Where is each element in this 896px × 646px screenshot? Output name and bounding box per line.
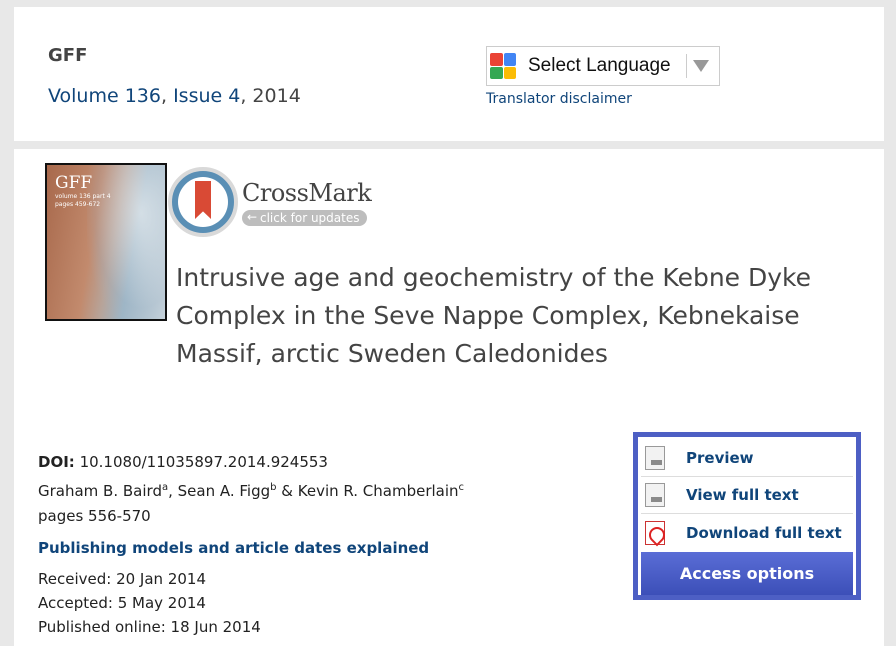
access-options-button[interactable]: Access options	[641, 552, 853, 595]
published-date: Published online: 18 Jun 2014	[38, 618, 261, 636]
volume-separator: ,	[160, 85, 174, 107]
crossmark-logo-icon	[168, 167, 238, 237]
issue-link[interactable]: Issue 4	[173, 85, 240, 107]
article-dates: Received: 20 Jan 2014 Accepted: 5 May 20…	[38, 567, 261, 639]
authors-line: Graham B. Bairda, Sean A. Figgb & Kevin …	[38, 475, 464, 504]
pages-line: pages 556-570	[38, 507, 151, 525]
google-translate-icon	[490, 53, 516, 79]
year-text: , 2014	[240, 85, 301, 107]
download-full-text-link[interactable]: Download full text	[641, 514, 853, 551]
publishing-models-link[interactable]: Publishing models and article dates expl…	[38, 539, 429, 557]
volume-issue-line: Volume 136, Issue 4, 2014	[48, 85, 301, 107]
crossmark-update-pill: click for updates	[242, 209, 368, 226]
preview-link[interactable]: Preview	[641, 440, 853, 477]
cover-title: GFF	[55, 173, 93, 193]
header-panel: GFF Volume 136, Issue 4, 2014 Select Lan…	[14, 7, 884, 141]
dropdown-arrow-icon	[693, 60, 709, 72]
affiliation-c[interactable]: c	[459, 482, 465, 493]
pdf-icon	[645, 520, 665, 545]
article-meta: DOI: 10.1080/11035897.2014.924553 Graham…	[38, 450, 464, 529]
crossmark-button[interactable]: CrossMark click for updates	[168, 167, 372, 237]
journal-name: GFF	[48, 45, 88, 66]
select-language-label: Select Language	[528, 55, 671, 76]
doi-value: 10.1080/11035897.2014.924553	[79, 453, 328, 471]
author-2[interactable]: , Sean A. Figg	[168, 482, 270, 500]
accepted-date: Accepted: 5 May 2014	[38, 594, 206, 612]
document-icon	[645, 446, 665, 470]
view-full-text-link[interactable]: View full text	[641, 477, 853, 514]
volume-link[interactable]: Volume 136	[48, 85, 161, 107]
article-title: Intrusive age and geochemistry of the Ke…	[176, 263, 811, 368]
received-date: Received: 20 Jan 2014	[38, 570, 206, 588]
access-panel: Preview View full text Download full tex…	[633, 432, 861, 600]
author-3[interactable]: & Kevin R. Chamberlain	[277, 482, 458, 500]
download-full-text-label: Download full text	[686, 523, 842, 542]
select-language-dropdown[interactable]: Select Language	[486, 46, 720, 86]
document-icon	[645, 483, 665, 507]
crossmark-title: CrossMark	[242, 178, 372, 207]
translator-disclaimer-link[interactable]: Translator disclaimer	[486, 91, 632, 107]
doi-label: DOI:	[38, 453, 75, 471]
article-panel: GFF volume 136 part 4 pages 459-672 Cros…	[14, 149, 884, 646]
doi-line: DOI: 10.1080/11035897.2014.924553	[38, 450, 464, 475]
journal-cover-image[interactable]: GFF volume 136 part 4 pages 459-672	[45, 163, 167, 321]
dropdown-divider	[686, 54, 687, 78]
view-full-text-label: View full text	[686, 486, 799, 504]
preview-label: Preview	[686, 449, 754, 467]
author-1[interactable]: Graham B. Baird	[38, 482, 162, 500]
cover-subtitle: volume 136 part 4 pages 459-672	[55, 193, 111, 208]
